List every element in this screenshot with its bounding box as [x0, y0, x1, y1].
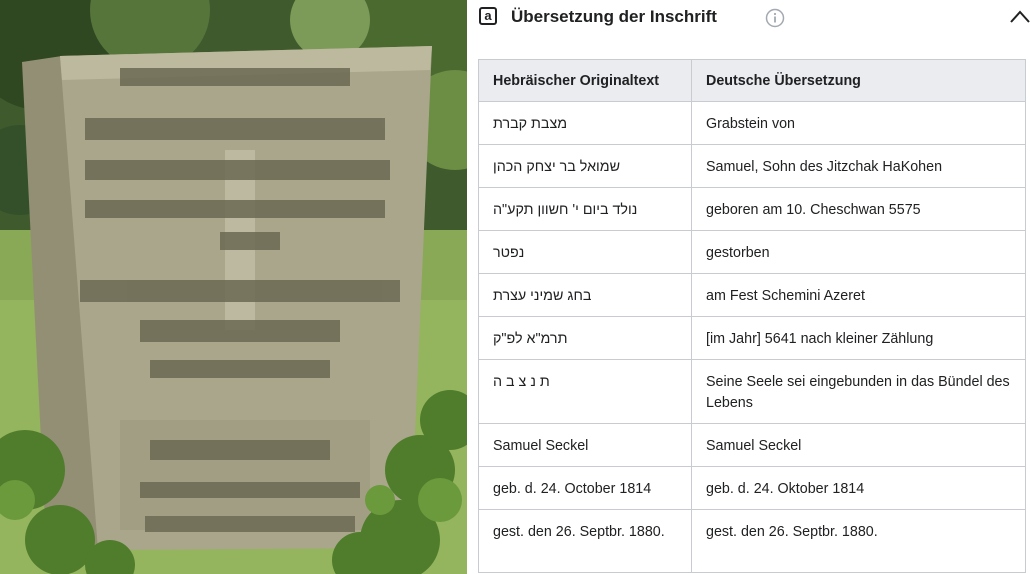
cell-translation: [im Jahr] 5641 nach kleiner Zählung [691, 316, 1026, 360]
table-row: Samuel Seckel Samuel Seckel [478, 423, 1026, 467]
cell-original: ת נ צ ב ה [478, 359, 692, 424]
cell-original: Samuel Seckel [478, 423, 692, 467]
cell-translation: am Fest Schemini Azeret [691, 273, 1026, 317]
cell-original: נפטר [478, 230, 692, 274]
gravestone-photo [0, 0, 467, 574]
header-translation: Deutsche Übersetzung [691, 59, 1026, 102]
table-row: ת נ צ ב ה Seine Seele sei eingebunden in… [478, 359, 1026, 424]
cell-translation: geb. d. 24. Oktober 1814 [691, 466, 1026, 510]
cell-original: תרמ"א לפ"ק [478, 316, 692, 360]
cell-translation: gest. den 26. Septbr. 1880. [691, 509, 1026, 573]
table-row: נפטר gestorben [478, 230, 1026, 274]
cell-translation: Samuel, Sohn des Jitzchak HaKohen [691, 144, 1026, 188]
translate-badge-icon: a [479, 7, 497, 25]
cell-translation: Samuel Seckel [691, 423, 1026, 467]
gravestone-image [0, 0, 467, 574]
header-original: Hebräischer Originaltext [478, 59, 692, 102]
chevron-up-icon[interactable] [1009, 8, 1030, 26]
panel-title: Übersetzung der Inschrift [511, 7, 717, 26]
table-row: בחג שמיני עצרת am Fest Schemini Azeret [478, 273, 1026, 317]
translation-panel: a Übersetzung der Inschrift Hebräischer … [467, 0, 1030, 574]
cell-original: נולד ביום י' חשוון תקע"ה [478, 187, 692, 231]
cell-original: שמואל בר יצחק הכהן [478, 144, 692, 188]
table-row: מצבת קברת Grabstein von [478, 101, 1026, 145]
table-row: נולד ביום י' חשוון תקע"ה geboren am 10. … [478, 187, 1026, 231]
cell-original: מצבת קברת [478, 101, 692, 145]
table-row: תרמ"א לפ"ק [im Jahr] 5641 nach kleiner Z… [478, 316, 1026, 360]
panel-header[interactable]: a Übersetzung der Inschrift [479, 6, 1030, 30]
cell-translation: Seine Seele sei eingebunden in das Bünde… [691, 359, 1026, 424]
table-header-row: Hebräischer Originaltext Deutsche Überse… [478, 59, 1026, 102]
cell-original: geb. d. 24. October 1814 [478, 466, 692, 510]
table-row: gest. den 26. Septbr. 1880. gest. den 26… [478, 509, 1026, 573]
cell-translation: Grabstein von [691, 101, 1026, 145]
table-row: geb. d. 24. October 1814 geb. d. 24. Okt… [478, 466, 1026, 510]
info-icon[interactable] [765, 8, 785, 28]
cell-translation: geboren am 10. Cheschwan 5575 [691, 187, 1026, 231]
cell-translation: gestorben [691, 230, 1026, 274]
table-row: שמואל בר יצחק הכהן Samuel, Sohn des Jitz… [478, 144, 1026, 188]
translation-table: Hebräischer Originaltext Deutsche Überse… [478, 59, 1026, 573]
cell-original: gest. den 26. Septbr. 1880. [478, 509, 692, 573]
translation-table-wrapper: Hebräischer Originaltext Deutsche Überse… [478, 59, 1026, 573]
cell-original: בחג שמיני עצרת [478, 273, 692, 317]
